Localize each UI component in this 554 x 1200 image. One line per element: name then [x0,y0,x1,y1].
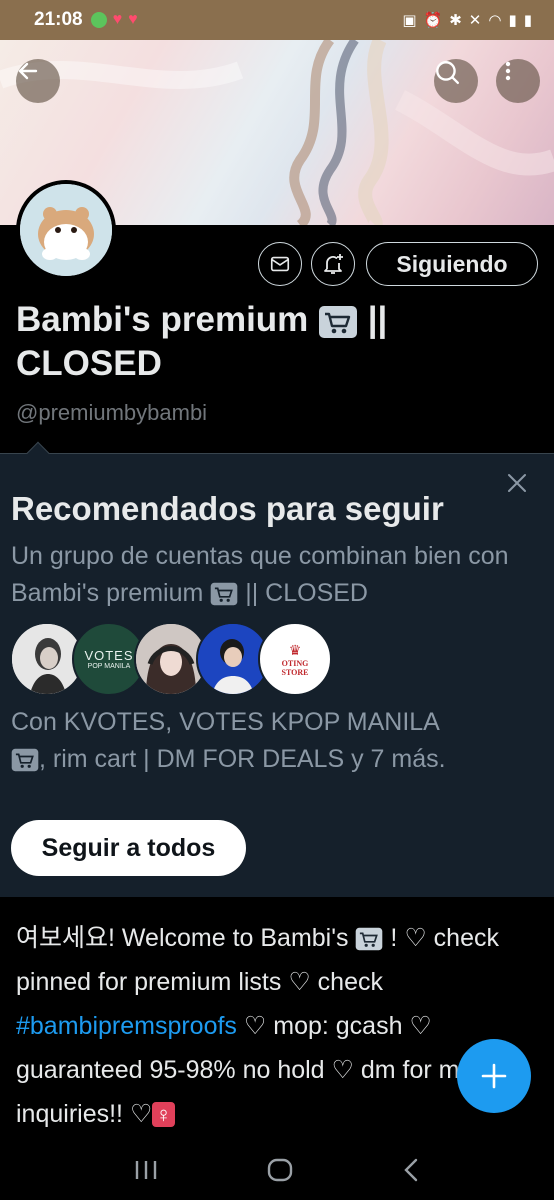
votes-logo-text: VOTES [84,648,134,663]
store-logo-text: OTING STORE [281,658,309,677]
bluetooth-icon: ✱ [449,12,462,29]
members-text-a: Con KVOTES, VOTES KPOP MANILA [11,708,440,736]
profile-name: Bambi's premium || CLOSED [16,298,516,386]
recent-apps-icon[interactable] [133,1158,159,1182]
alarm-icon: ⏰ [423,12,443,29]
mail-icon [270,256,290,272]
status-bar: 21:08 ♥ ♥ ▣ ⏰ ✱ ✕ ◠ ▮ ▮ [0,0,554,40]
hamster-avatar-image [20,184,112,276]
crown-icon: ♛ [288,641,302,658]
profile-bio: 여보세요! Welcome to Bambi's ! ♡ check pinne… [16,916,536,1137]
shopping-cart-icon [319,305,358,338]
heart-icon: ♥ [128,11,138,28]
back-nav-icon[interactable] [401,1157,421,1183]
subtitle-text-b: || CLOSED [245,579,368,607]
heart-icon: ♥ [112,11,123,28]
back-button[interactable] [16,59,60,103]
more-vertical-icon [505,61,511,81]
panel-pointer [26,441,50,465]
system-nav-bar [0,1140,554,1200]
profile-name-line2: CLOSED [16,344,162,383]
follow-all-button[interactable]: Seguir a todos [11,820,246,876]
profile-name-suffix: || [367,300,388,339]
recommendations-subtitle: Un grupo de cuentas que combinan bien co… [11,538,531,612]
recommendations-members: Con KVOTES, VOTES KPOP MANILA , rim cart… [11,704,541,778]
close-recommendations-button[interactable] [502,468,532,498]
profile-avatar[interactable] [16,180,116,280]
compose-tweet-button[interactable] [457,1039,531,1113]
arrow-left-icon [18,62,38,80]
search-icon [436,61,460,85]
wifi-icon: ◠ [488,12,502,29]
female-sign-icon: ♀ [152,1102,175,1127]
status-time: 21:08 [34,9,83,30]
following-button[interactable]: Siguiendo [366,242,538,286]
home-icon[interactable] [266,1157,294,1183]
store-logo: ♛ OTING STORE [282,642,309,677]
recommended-avatar[interactable]: ♛ OTING STORE [258,622,332,696]
members-text-b: , rim cart | DM FOR DEALS y 7 más. [39,745,446,773]
profile-name-line1: Bambi's premium [16,300,309,339]
more-button[interactable] [496,59,540,103]
votes-logo: VOTES POP MANILA [84,648,133,670]
bell-plus-icon [324,254,343,274]
profile-handle: @premiumbybambi [16,400,208,425]
shopping-cart-icon [11,749,39,772]
recommendations-panel: Recomendados para seguir Un grupo de cue… [0,441,554,897]
bio-text-1: 여보세요! Welcome to Bambi's [16,924,349,952]
search-button[interactable] [434,59,478,103]
battery-icon: ▮ [523,12,532,29]
recommendations-title: Recomendados para seguir [11,490,444,527]
plus-icon [481,1063,507,1089]
shopping-cart-icon [356,928,383,951]
close-icon [508,474,526,492]
notifications-button[interactable] [311,242,355,286]
signal-icon: ▮ [508,12,517,29]
hashtag-link[interactable]: #bambipremsproofs [16,1012,237,1040]
votes-logo-subtext: POP MANILA [87,663,131,670]
app-icon [90,12,107,28]
shopping-cart-icon [210,583,238,606]
mute-icon: ✕ [468,12,482,29]
battery-saver-icon: ▣ [402,12,417,29]
message-button[interactable] [258,242,302,286]
